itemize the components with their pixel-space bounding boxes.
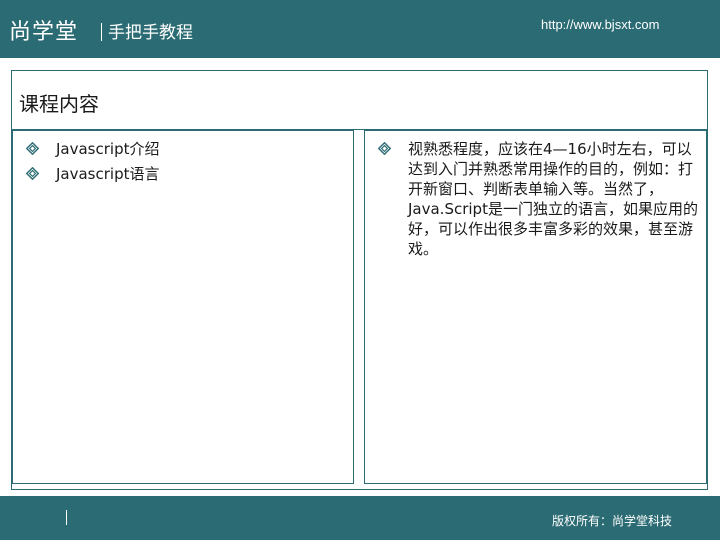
description-item: 视熟悉程度，应该在4—16小时左右，可以达到入门并熟悉常用操作的目的，例如：打开…: [377, 139, 702, 259]
list-item: Javascript介绍: [25, 139, 159, 164]
tagline: 手把手教程: [101, 18, 193, 43]
diamond-bullet-icon: [378, 142, 391, 155]
list-item-label: Javascript语言: [56, 165, 160, 183]
tagline-text: 手把手教程: [108, 23, 193, 43]
diamond-bullet-icon: [26, 142, 39, 155]
site-url[interactable]: http://www.bjsxt.com: [541, 17, 659, 32]
footer-divider: [66, 510, 67, 525]
list-item-label: Javascript介绍: [56, 140, 160, 158]
copyright-text: 版权所有：尚学堂科技: [552, 514, 673, 528]
list-item: Javascript语言: [25, 164, 159, 189]
separator: [101, 23, 102, 41]
description-text: 视熟悉程度，应该在4—16小时左右，可以达到入门并熟悉常用操作的目的，例如：打开…: [408, 140, 698, 258]
section-title: 课程内容: [19, 92, 99, 116]
left-panel: Javascript介绍 Javascript语言: [12, 130, 354, 484]
brand-logo: 尚学堂: [9, 20, 79, 45]
right-panel: 视熟悉程度，应该在4—16小时左右，可以达到入门并熟悉常用操作的目的，例如：打开…: [364, 130, 707, 484]
header-bar: 尚学堂 手把手教程 http://www.bjsxt.com: [0, 0, 720, 58]
topic-list: Javascript介绍 Javascript语言: [25, 139, 159, 189]
diamond-bullet-icon: [26, 167, 39, 180]
footer-bar: 版权所有：尚学堂科技: [0, 496, 720, 540]
